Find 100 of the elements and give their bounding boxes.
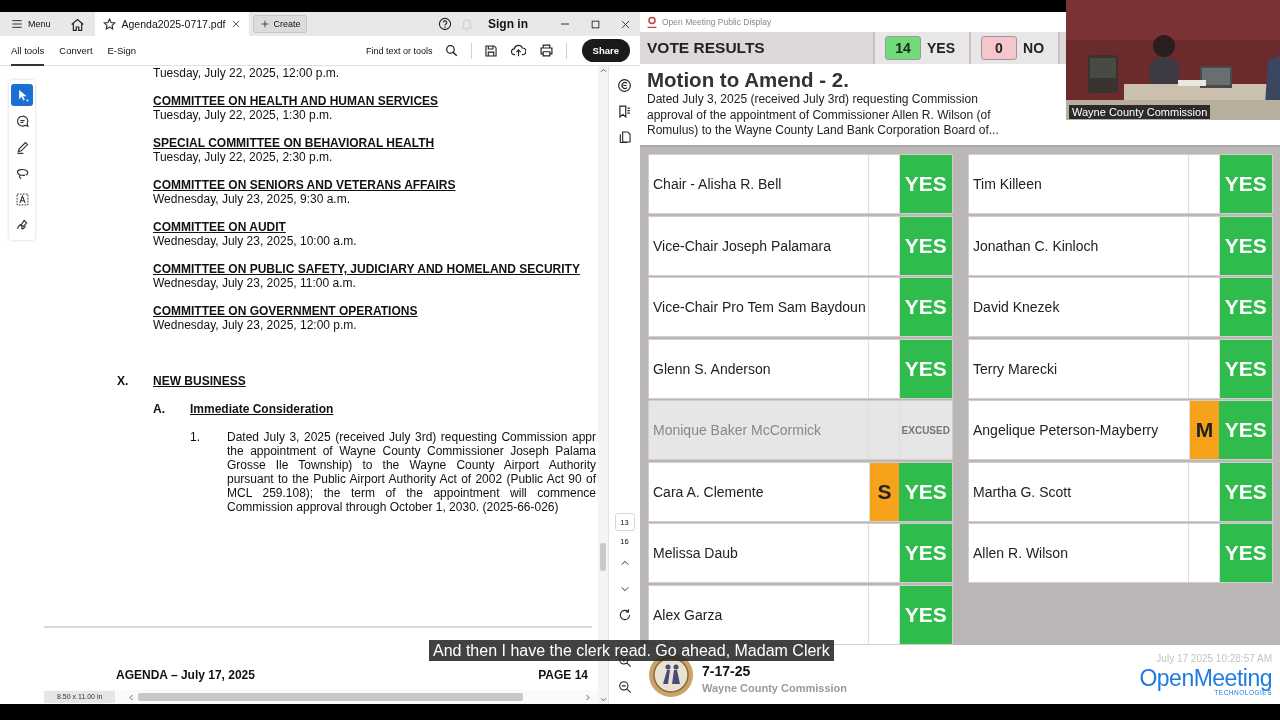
member-name: Melissa Daub	[649, 524, 869, 582]
tally-count: 14	[885, 36, 921, 60]
meeting-time: Tuesday, July 22, 2025, 1:30 p.m.	[153, 108, 334, 122]
member-name: Cara A. Clemente	[649, 462, 870, 521]
home-icon[interactable]	[70, 16, 85, 32]
vote-cell: YES	[899, 524, 952, 582]
vote-cell: YES	[899, 462, 952, 521]
paragraph-line: Commission approval through October 1, 2030. (2025-66-026)	[227, 500, 560, 514]
zoom-out-icon[interactable]	[617, 680, 632, 694]
status-flag: M	[1189, 401, 1220, 459]
page-number: PAGE 14	[538, 668, 588, 682]
vote-cell: YES	[1219, 216, 1272, 275]
member-name: Vice-Chair Joseph Palamara	[649, 216, 869, 275]
text-box-icon	[14, 191, 30, 207]
organization-name: Wayne County Commission	[702, 682, 848, 694]
vote-cell: YES	[1219, 339, 1272, 398]
printer-icon[interactable]	[539, 43, 555, 58]
star-icon[interactable]	[102, 17, 116, 31]
bookmark-icon[interactable]	[617, 103, 632, 119]
section-number: X.	[117, 374, 130, 388]
sign-in-button[interactable]: Sign in	[488, 17, 528, 31]
find-label[interactable]: Find text or tools	[366, 45, 433, 56]
video-caption: Wayne County Commission	[1069, 105, 1211, 119]
save-icon[interactable]	[483, 43, 498, 58]
subsection-title: Immediate Consideration	[190, 402, 334, 416]
tool-tab[interactable]: All tools	[11, 35, 45, 66]
vote-cell: YES	[899, 216, 952, 275]
vote-cell: YES	[899, 339, 952, 398]
chevron-up-icon[interactable]	[598, 66, 608, 75]
motion-title: Motion to Amend - 2.	[647, 68, 850, 92]
close-icon[interactable]	[619, 18, 631, 30]
member-name: Monique Baker McCormick	[649, 401, 869, 459]
create-button[interactable]: Create	[253, 15, 308, 33]
member-name: David Knezek	[969, 278, 1189, 336]
maximize-icon[interactable]	[589, 18, 601, 30]
member-name: Martha G. Scott	[969, 462, 1189, 521]
comment-icon	[14, 113, 30, 129]
member-name: Allen R. Wilson	[969, 524, 1189, 582]
committee-heading: COMMITTEE ON SENIORS AND VETERANS AFFAIRS	[153, 178, 457, 192]
document-tab[interactable]: Agenda2025-0717.pdf	[94, 12, 250, 36]
subtitle-caption: And then I have the clerk read. Go ahead, Madam Clerk	[429, 640, 834, 661]
page-footer: AGENDA – July 17, 2025	[116, 668, 255, 682]
refresh-icon[interactable]	[617, 608, 632, 622]
share-button[interactable]: Share	[581, 39, 630, 62]
vote-cell: YES	[1219, 155, 1272, 213]
help-icon[interactable]	[438, 17, 452, 31]
member-name: Glenn S. Anderson	[649, 339, 869, 398]
tab-title: Agenda2025-0717.pdf	[121, 18, 226, 30]
motion-description: Dated July 3, 2025 (received July 3rd) requesting Commission approval of the appointment of Commissioner Allen R. Wilson (of Romulus) to the Wayne County Land Bank Corporation Board of...	[647, 92, 1000, 139]
vote-cell: YES	[899, 585, 952, 644]
vote-cell: YES	[899, 278, 952, 336]
paragraph-line: pursuant to the Public Airport Authority Act of 2002 (Public Act 90 of	[227, 472, 596, 486]
vote-cell: YES	[1219, 278, 1272, 336]
upload-icon[interactable]	[511, 43, 527, 58]
meeting-time: Wednesday, July 23, 2025, 9:30 a.m.	[153, 192, 351, 206]
menu-button[interactable]: Menu	[8, 14, 54, 34]
vote-cell: YES	[899, 155, 952, 213]
paragraph-line: Grosse Ile Township) to the Wayne County Airport Authority	[227, 458, 596, 472]
brand-logo: OpenMeeting	[1139, 667, 1272, 689]
scrollbar-thumb[interactable]	[600, 543, 606, 571]
tally-label: YES	[927, 40, 955, 56]
member-name: Vice-Chair Pro Tem Sam Baydoun	[649, 278, 869, 336]
meeting-time: Tuesday, July 22, 2025, 12:00 p.m.	[153, 66, 341, 80]
member-name: Chair - Alisha R. Bell	[649, 155, 869, 213]
menu-icon	[11, 18, 23, 30]
vote-cell: YES	[1219, 462, 1272, 521]
tally-label: NO	[1023, 40, 1044, 56]
status-flag: S	[869, 462, 900, 521]
meeting-time: Wednesday, July 23, 2025, 10:00 a.m.	[153, 234, 358, 248]
paragraph-line: MCL 259.108); the term of the appointment will commence	[227, 486, 596, 500]
paragraph-line: the appointment of Wayne County Commissioner Joseph Palama	[227, 444, 596, 458]
close-icon[interactable]	[231, 19, 242, 29]
member-name: Terry Marecki	[969, 339, 1189, 398]
paragraph-line: Dated July 3, 2025 (received July 3rd) requesting Commission appr	[227, 430, 596, 444]
vote-cell: YES	[1219, 524, 1272, 582]
meeting-time: Tuesday, July 22, 2025, 2:30 p.m.	[153, 150, 334, 164]
item-number: 1.	[190, 430, 201, 446]
tool-tab[interactable]: Convert	[59, 35, 93, 66]
member-name: Angelique Peterson-Mayberry	[969, 401, 1190, 459]
tally-count: 0	[981, 36, 1017, 60]
chevron-down-icon[interactable]	[598, 695, 608, 704]
section-title: NEW BUSINESS	[153, 374, 246, 388]
tool-tab[interactable]: E-Sign	[107, 35, 137, 66]
member-name: Jonathan C. Kinloch	[969, 216, 1189, 275]
committee-heading: COMMITTEE ON GOVERNMENT OPERATIONS	[153, 304, 419, 318]
vote-cell: YES	[1219, 401, 1272, 459]
subsection-letter: A.	[153, 402, 166, 416]
committee-heading: SPECIAL COMMITTEE ON BEHAVIORAL HEALTH	[153, 136, 436, 150]
search-icon[interactable]	[445, 44, 459, 57]
vote-results-title: VOTE RESULTS	[646, 39, 766, 57]
scrollbar-thumb[interactable]	[138, 693, 523, 701]
app-logo-icon	[646, 16, 658, 28]
meeting-time: Wednesday, July 23, 2025, 12:00 p.m.	[153, 318, 358, 332]
member-name: Tim Killeen	[969, 155, 1189, 213]
committee-heading: COMMITTEE ON PUBLIC SAFETY, JUDICIARY AND HOMELAND SECURITY	[153, 262, 581, 276]
meeting-date: 7-17-25	[702, 663, 752, 679]
app-title: Open Meeting Public Display	[662, 17, 772, 27]
pages-icon[interactable]	[617, 130, 632, 144]
committee-heading: COMMITTEE ON AUDIT	[153, 220, 287, 234]
plus-icon	[260, 19, 271, 29]
